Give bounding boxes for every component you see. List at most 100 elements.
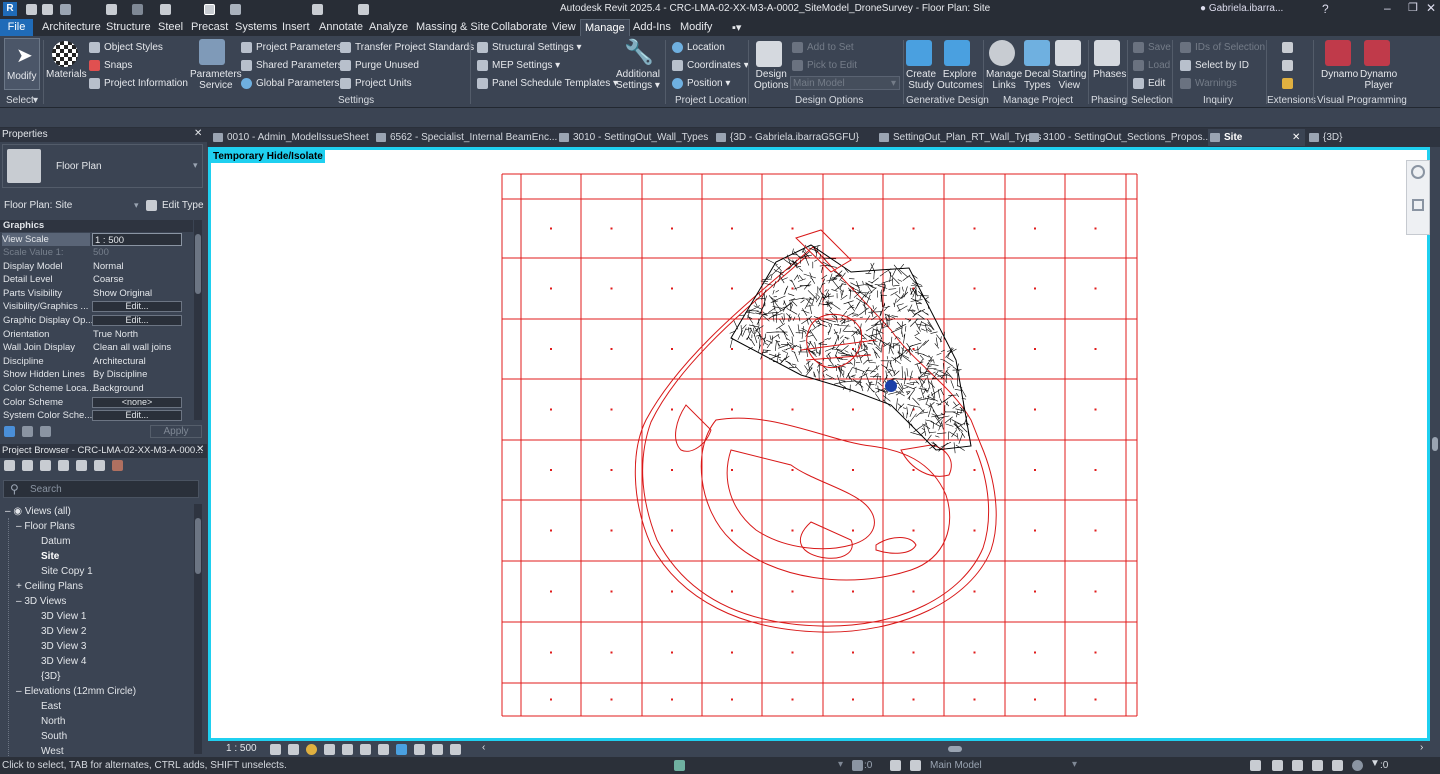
tab-systems[interactable]: Systems <box>235 21 277 33</box>
select-links-icon[interactable] <box>1250 760 1261 771</box>
tree-item-3d[interactable]: {3D} <box>41 671 60 682</box>
tree-3d-views[interactable]: – 3D Views <box>16 596 66 607</box>
decal-types-icon[interactable] <box>1024 40 1050 66</box>
starting-view-icon[interactable] <box>1055 40 1081 66</box>
explore-outcomes-button[interactable]: Explore Outcomes <box>937 69 983 91</box>
extension-3-icon[interactable] <box>1282 78 1293 89</box>
minimize-icon[interactable]: – <box>1384 1 1391 15</box>
scrollbar-thumb[interactable] <box>195 234 201 294</box>
design-options-icon[interactable] <box>756 41 782 67</box>
drag-elements-icon[interactable] <box>1332 760 1343 771</box>
parameters-service-button[interactable]: Parameters Service <box>190 69 242 91</box>
select-by-id-button[interactable]: Select by ID <box>1195 60 1249 71</box>
print-icon[interactable] <box>160 4 171 15</box>
prop-value[interactable]: Background <box>93 382 144 395</box>
visibility-graphics-edit-button[interactable]: Edit... <box>92 301 182 312</box>
sort-descending-icon[interactable] <box>40 426 51 437</box>
project-units-button[interactable]: Project Units <box>355 78 412 89</box>
manage-links-icon[interactable] <box>989 40 1015 66</box>
load-selection-button[interactable]: Load <box>1148 60 1170 71</box>
tree-item-datum[interactable]: Datum <box>41 536 70 547</box>
tab-specialist-internal-beam[interactable]: 6562 - Specialist_Internal BeamEnc... <box>374 129 557 146</box>
graphic-display-edit-button[interactable]: Edit... <box>92 315 182 326</box>
tab-view[interactable]: View <box>552 21 576 33</box>
sort-icon[interactable] <box>4 426 15 437</box>
prop-value[interactable]: Normal <box>93 260 124 273</box>
home-icon[interactable] <box>312 4 323 15</box>
group-icon[interactable] <box>94 460 105 471</box>
sheet-icon[interactable] <box>40 460 51 471</box>
purge-unused-button[interactable]: Purge Unused <box>355 60 419 71</box>
horizontal-scrollbar-thumb[interactable] <box>948 746 962 752</box>
mep-settings-button[interactable]: MEP Settings ▾ <box>492 60 560 71</box>
prop-value[interactable]: Coarse <box>93 273 124 286</box>
undo-icon[interactable] <box>106 4 117 15</box>
tree-item-3d-view-4[interactable]: 3D View 4 <box>41 656 86 667</box>
project-parameters-button[interactable]: Project Parameters <box>256 42 342 53</box>
starting-view-button[interactable]: Starting View <box>1052 69 1086 91</box>
extension-icon[interactable] <box>1282 42 1293 53</box>
design-options-icon[interactable] <box>890 760 901 771</box>
edit-type-button[interactable]: Edit Type <box>146 199 204 213</box>
materials-icon[interactable] <box>52 41 78 67</box>
tab-structure[interactable]: Structure <box>106 21 151 33</box>
tab-3d-gabriela[interactable]: {3D - Gabriela.ibarraG5GFU} <box>714 129 864 146</box>
shadows-icon[interactable] <box>324 744 335 755</box>
tree-item-south[interactable]: South <box>41 731 67 742</box>
create-study-icon[interactable] <box>906 40 932 66</box>
wrench-icon[interactable]: 🔧 <box>624 40 654 66</box>
chevron-down-icon[interactable]: ▾ <box>33 95 38 106</box>
view-scale-field[interactable]: 1 : 500 <box>92 233 182 246</box>
tree-item-3d-view-1[interactable]: 3D View 1 <box>41 611 86 622</box>
background-process-icon[interactable] <box>1352 760 1363 771</box>
close-icon[interactable]: ✕ <box>196 444 204 455</box>
close-icon[interactable]: ✕ <box>1426 1 1436 15</box>
phases-icon[interactable] <box>1094 40 1120 66</box>
tree-item-north[interactable]: North <box>41 716 65 727</box>
pick-to-edit-button[interactable]: Pick to Edit <box>807 60 857 71</box>
add-to-set-button[interactable]: Add to Set <box>807 42 854 53</box>
coordinates-button[interactable]: Coordinates ▾ <box>687 60 749 71</box>
view-2-icon[interactable] <box>22 460 33 471</box>
contextual-tab-toggle-icon[interactable]: ▪▾ <box>732 21 741 34</box>
worksharing-icon[interactable] <box>674 760 685 771</box>
instance-selector[interactable]: Floor Plan: Site ▾ <box>2 199 142 213</box>
prop-value[interactable]: Show Original <box>93 287 152 300</box>
browser-search[interactable]: ⚲ Search <box>3 480 199 498</box>
additional-settings-button[interactable]: Additional Settings ▾ <box>616 69 660 91</box>
transfer-standards-button[interactable]: Transfer Project Standards <box>355 42 474 53</box>
lock-view-icon[interactable] <box>378 744 389 755</box>
explore-outcomes-icon[interactable] <box>944 40 970 66</box>
active-option-icon[interactable] <box>910 760 921 771</box>
parameters-service-icon[interactable] <box>199 39 225 65</box>
select-pinned-icon[interactable] <box>1292 760 1303 771</box>
tab-3d[interactable]: {3D} <box>1307 129 1367 146</box>
temp-hide-isolate-icon[interactable] <box>396 744 407 755</box>
decal-types-button[interactable]: Decal Types <box>1024 69 1051 91</box>
tree-item-3d-view-3[interactable]: 3D View 3 <box>41 641 86 652</box>
project-information-button[interactable]: Project Information <box>104 78 188 89</box>
graphics-section-header[interactable]: Graphics <box>0 220 193 232</box>
dynamo-button[interactable]: Dynamo <box>1321 69 1358 80</box>
scroll-left-icon[interactable]: ‹ <box>482 742 485 753</box>
tab-collaborate[interactable]: Collaborate <box>491 21 547 33</box>
shared-parameters-button[interactable]: Shared Parameters <box>256 60 343 71</box>
editable-only-icon[interactable] <box>852 760 863 771</box>
crop-region-icon[interactable] <box>360 744 371 755</box>
scroll-right-icon[interactable]: › <box>1420 742 1423 753</box>
tree-floor-plans[interactable]: – Floor Plans <box>16 521 75 532</box>
tree-item-west[interactable]: West <box>41 746 64 757</box>
sync-icon[interactable] <box>60 4 71 15</box>
scrollbar-thumb[interactable] <box>1432 437 1438 451</box>
warnings-button[interactable]: Warnings <box>1195 78 1237 89</box>
tab-architecture[interactable]: Architecture <box>42 21 101 33</box>
tab-analyze[interactable]: Analyze <box>369 21 408 33</box>
vertical-scrollbar[interactable] <box>1430 147 1440 741</box>
close-hidden-icon[interactable] <box>204 4 215 15</box>
save-icon[interactable] <box>42 4 53 15</box>
family-icon[interactable] <box>76 460 87 471</box>
tab-manage[interactable]: Manage <box>580 19 630 36</box>
tree-views-all[interactable]: – ◉ Views (all) <box>5 506 71 517</box>
chevron-down-icon[interactable]: ▾ <box>1072 759 1077 770</box>
tab-modify[interactable]: Modify <box>680 21 712 33</box>
